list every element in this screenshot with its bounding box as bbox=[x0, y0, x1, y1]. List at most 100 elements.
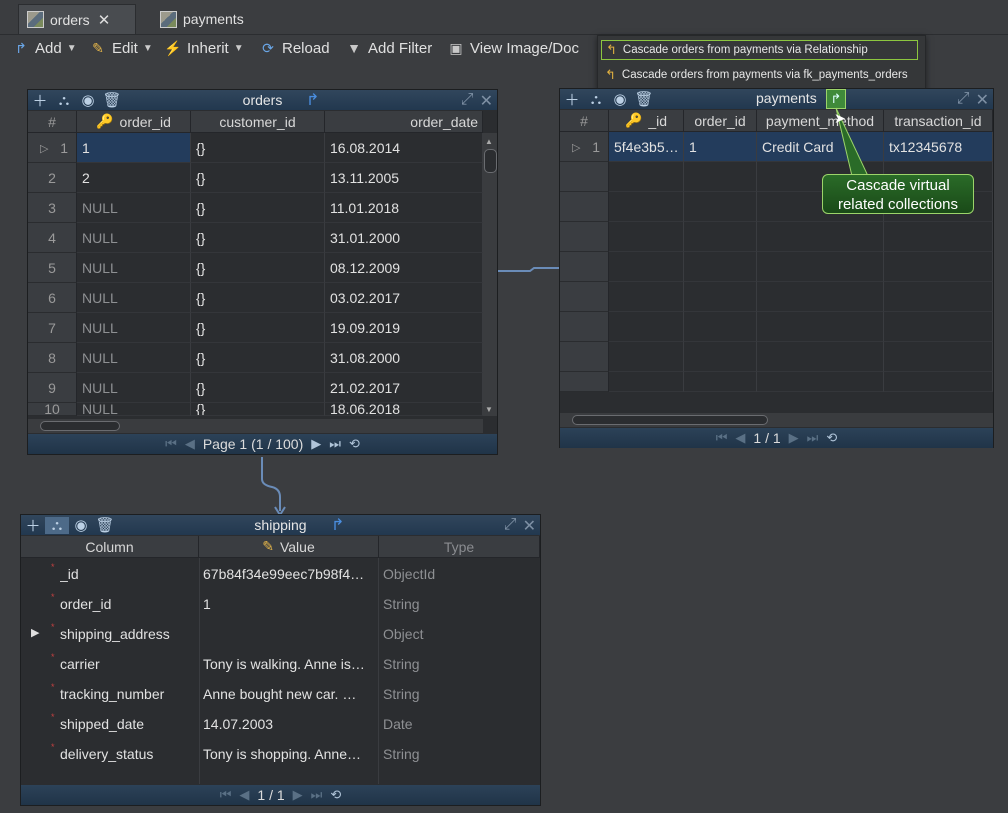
property-row[interactable]: * delivery_status Tony is shopping. Anne… S… bbox=[21, 739, 540, 769]
cell-customer-id[interactable]: {} bbox=[191, 373, 325, 403]
scroll-thumb[interactable] bbox=[572, 415, 768, 425]
row-number[interactable] bbox=[560, 252, 609, 282]
row-number[interactable]: 2 bbox=[28, 163, 77, 193]
row-number[interactable]: 5 bbox=[28, 253, 77, 283]
row-number[interactable] bbox=[560, 192, 609, 222]
property-row[interactable]: * order_id 1 String bbox=[21, 589, 540, 619]
cell-customer-id[interactable]: {} bbox=[191, 253, 325, 283]
row-number[interactable] bbox=[560, 222, 609, 252]
property-row[interactable]: * _id 67b84f34e99eec7b98f4… ObjectId bbox=[21, 559, 540, 589]
col-header-order-date[interactable]: order_date bbox=[325, 111, 483, 133]
row-number[interactable]: 1 bbox=[560, 132, 609, 162]
cell-transaction-id[interactable] bbox=[884, 282, 993, 312]
cell-order-date[interactable]: 31.08.2000 bbox=[325, 343, 483, 373]
scroll-up-icon[interactable]: ▲ bbox=[485, 137, 495, 146]
row-number[interactable]: 1 bbox=[28, 133, 77, 163]
last-page-icon[interactable]: ⏭ bbox=[311, 787, 323, 803]
cell-order-date[interactable]: 13.11.2005 bbox=[325, 163, 483, 193]
cell-order-date[interactable]: 03.02.2017 bbox=[325, 283, 483, 313]
cell-order-id[interactable]: NULL bbox=[77, 283, 191, 313]
cell-order-date[interactable]: 21.02.2017 bbox=[325, 373, 483, 403]
cell-order-date[interactable]: 16.08.2014 bbox=[325, 133, 483, 163]
cell-id[interactable] bbox=[609, 342, 684, 372]
col-header-id[interactable]: 🔑 _id bbox=[609, 110, 684, 132]
scroll-thumb[interactable] bbox=[484, 149, 497, 173]
scroll-down-icon[interactable]: ▼ bbox=[485, 405, 495, 414]
cell-order-id[interactable]: 1 bbox=[684, 132, 757, 162]
cell-transaction-id[interactable] bbox=[884, 342, 993, 372]
plus-icon[interactable]: ＋ bbox=[560, 89, 584, 110]
cell-customer-id[interactable]: {} bbox=[191, 133, 325, 163]
property-row[interactable]: * ▶ shipping_address Object bbox=[21, 619, 540, 649]
maximize-icon[interactable]: ⤢ bbox=[957, 90, 970, 110]
cell-order-id[interactable]: NULL bbox=[77, 403, 191, 416]
cell-customer-id[interactable]: {} bbox=[191, 223, 325, 253]
row-number[interactable]: 6 bbox=[28, 283, 77, 313]
close-icon[interactable]: ✕ bbox=[480, 91, 493, 111]
property-value[interactable]: 1 bbox=[203, 596, 375, 612]
hierarchy-icon[interactable]: ⛬ bbox=[45, 516, 69, 534]
col-header-transaction-id[interactable]: transaction_id bbox=[884, 110, 993, 132]
row-number[interactable]: 10 bbox=[28, 401, 77, 417]
cell-transaction-id[interactable]: tx12345678 bbox=[884, 132, 993, 162]
cell-id[interactable] bbox=[609, 282, 684, 312]
last-page-icon[interactable]: ⏭ bbox=[329, 436, 341, 452]
cell-order-id[interactable]: NULL bbox=[77, 313, 191, 343]
maximize-icon[interactable]: ⤢ bbox=[504, 516, 517, 536]
row-number[interactable]: 9 bbox=[28, 373, 77, 403]
tab-payments[interactable]: payments bbox=[152, 4, 272, 34]
cell-order-id[interactable]: NULL bbox=[77, 223, 191, 253]
hierarchy-icon[interactable]: ⛬ bbox=[584, 91, 608, 108]
property-value[interactable]: Anne bought new car. … bbox=[203, 686, 375, 702]
property-value[interactable]: Tony is walking. Anne is… bbox=[203, 656, 375, 672]
cell-payment-method[interactable] bbox=[757, 222, 884, 252]
cell-order-id[interactable] bbox=[684, 252, 757, 282]
close-icon[interactable]: ✕ bbox=[976, 90, 989, 110]
cell-order-id[interactable]: NULL bbox=[77, 193, 191, 223]
trash-icon[interactable]: 🗑 bbox=[632, 90, 656, 108]
cell-id[interactable] bbox=[609, 372, 684, 392]
view-image-button[interactable]: ▣ View Image/Doc bbox=[447, 38, 579, 58]
prev-page-icon[interactable]: ◀ bbox=[239, 787, 249, 803]
cell-customer-id[interactable]: {} bbox=[191, 163, 325, 193]
row-number[interactable]: 8 bbox=[28, 343, 77, 373]
cell-id[interactable] bbox=[609, 162, 684, 192]
first-page-icon[interactable]: ⏮ bbox=[716, 430, 728, 446]
cell-id[interactable] bbox=[609, 192, 684, 222]
trash-icon[interactable]: 🗑 bbox=[100, 91, 124, 109]
eye-icon[interactable]: ◉ bbox=[69, 516, 93, 534]
link-arrow-icon[interactable]: ↱ bbox=[331, 515, 344, 535]
cell-transaction-id[interactable] bbox=[884, 312, 993, 342]
cell-id[interactable]: 5f4e3b5… bbox=[609, 132, 684, 162]
cell-customer-id[interactable]: {} bbox=[191, 313, 325, 343]
close-icon[interactable]: ✕ bbox=[523, 516, 536, 536]
eye-icon[interactable]: ◉ bbox=[608, 90, 632, 108]
row-number[interactable] bbox=[560, 162, 609, 192]
next-page-icon[interactable]: ▶ bbox=[789, 430, 799, 446]
property-row[interactable]: * shipped_date 14.07.2003 Date bbox=[21, 709, 540, 739]
property-row[interactable]: * carrier Tony is walking. Anne is… String bbox=[21, 649, 540, 679]
reload-button[interactable]: ⟳ Reload bbox=[259, 38, 329, 58]
row-number[interactable]: 4 bbox=[28, 223, 77, 253]
close-icon[interactable]: ✕ bbox=[98, 11, 111, 29]
row-number[interactable] bbox=[560, 342, 609, 372]
cell-order-id[interactable] bbox=[684, 312, 757, 342]
col-header-column[interactable]: Column bbox=[21, 536, 199, 558]
cell-order-date[interactable]: 31.01.2000 bbox=[325, 223, 483, 253]
prev-page-icon[interactable]: ◀ bbox=[185, 436, 195, 452]
add-filter-button[interactable]: ▼ Add Filter bbox=[345, 38, 432, 58]
cell-order-date[interactable]: 19.09.2019 bbox=[325, 313, 483, 343]
inherit-button[interactable]: ⚡ Inherit ▼ bbox=[164, 38, 243, 58]
cell-order-id[interactable] bbox=[684, 222, 757, 252]
cell-payment-method[interactable] bbox=[757, 372, 884, 392]
cell-order-id[interactable] bbox=[684, 342, 757, 372]
tab-orders[interactable]: orders ✕ bbox=[18, 4, 136, 34]
first-page-icon[interactable]: ⏮ bbox=[165, 436, 177, 452]
row-number[interactable] bbox=[560, 312, 609, 342]
cell-order-id[interactable] bbox=[684, 372, 757, 392]
cell-transaction-id[interactable] bbox=[884, 252, 993, 282]
scroll-thumb[interactable] bbox=[40, 421, 120, 431]
cell-order-id[interactable]: NULL bbox=[77, 343, 191, 373]
expand-arrow-icon[interactable]: ▶ bbox=[31, 626, 39, 639]
cell-order-id[interactable]: 2 bbox=[77, 163, 191, 193]
